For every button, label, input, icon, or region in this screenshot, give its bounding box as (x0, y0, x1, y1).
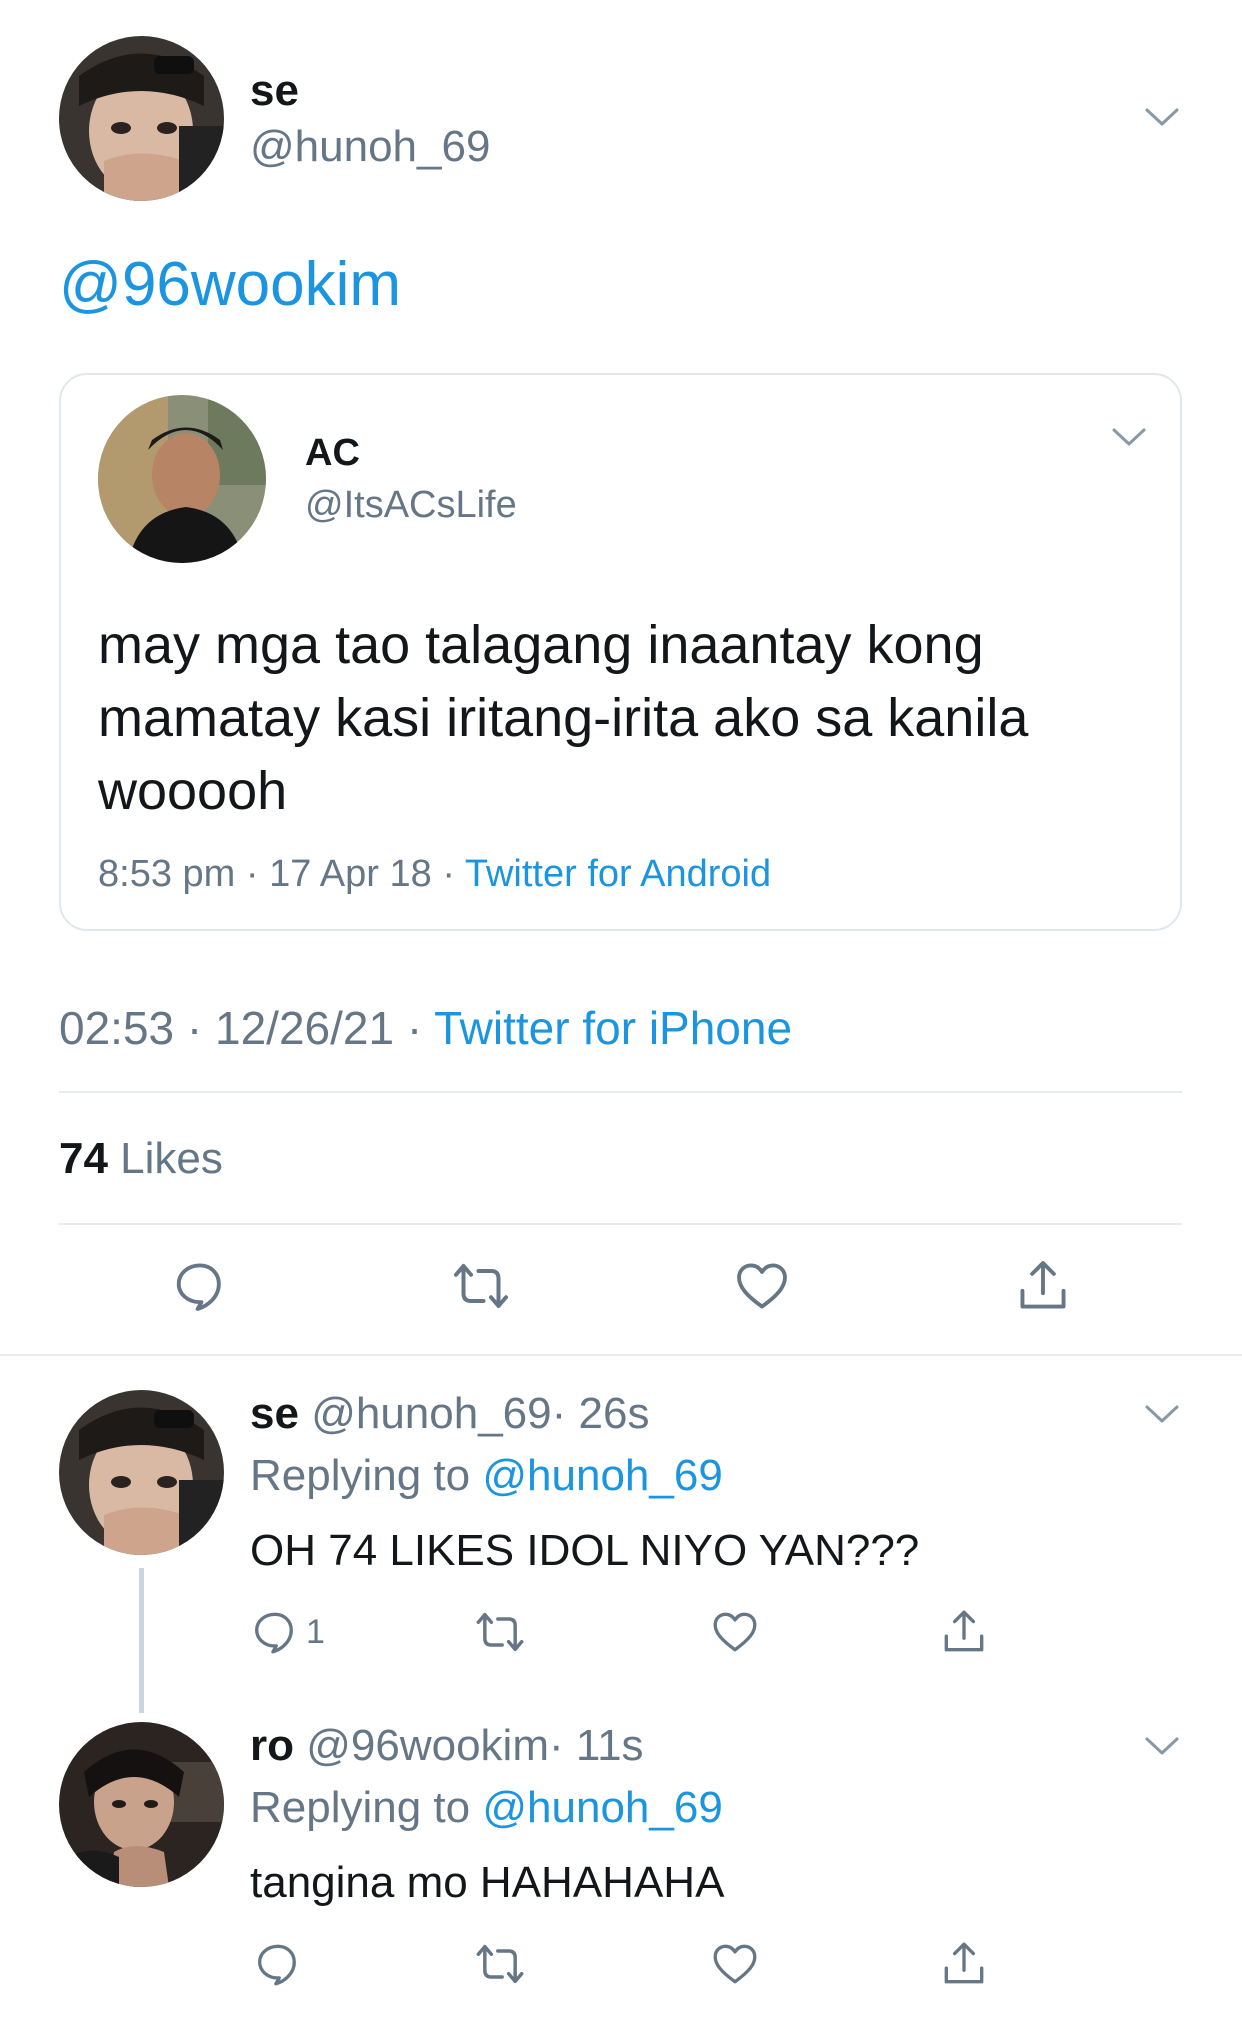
likes-label: Likes (107, 1134, 223, 1183)
section-divider (0, 1354, 1242, 1356)
chevron-down-icon (1145, 1405, 1179, 1423)
share-icon (1020, 1261, 1066, 1309)
reply-header: ro @96wookim· 11s (250, 1720, 644, 1772)
reply-more-options-button[interactable] (1142, 1726, 1182, 1771)
reply-time: · 11s (549, 1721, 644, 1770)
chevron-down-icon (1145, 108, 1179, 126)
replying-to-label: Replying to (250, 1451, 483, 1500)
chevron-down-icon (1145, 1737, 1179, 1755)
likes-stat-link[interactable]: 74 Likes (59, 1133, 223, 1185)
reply-icon (255, 1612, 293, 1654)
quoted-author-name[interactable]: AC (305, 431, 360, 475)
replying-to-link[interactable]: @hunoh_69 (482, 1783, 722, 1832)
quoted-avatar (98, 395, 266, 563)
like-button[interactable] (707, 1936, 763, 1992)
quoted-timestamp: 8:53 pm · 17 Apr 18 · (98, 853, 465, 895)
retweet-button[interactable] (451, 1256, 511, 1316)
reply-author-handle[interactable]: @hunoh_69 (311, 1389, 551, 1438)
retweet-icon (454, 1264, 508, 1308)
reply-text: OH 74 LIKES IDOL NIYO YAN??? (250, 1526, 920, 1575)
share-icon (944, 1610, 984, 1652)
retweet-icon (476, 1612, 524, 1652)
replying-to: Replying to @hunoh_69 (250, 1450, 723, 1502)
reply-avatar[interactable] (59, 1722, 224, 1887)
divider (59, 1223, 1182, 1225)
thread-line (139, 1568, 144, 1713)
quoted-tweet-meta: 8:53 pm · 17 Apr 18 · Twitter for Androi… (98, 851, 771, 897)
share-icon (944, 1942, 984, 1984)
avatar[interactable] (59, 36, 224, 201)
reply-icon (258, 1944, 296, 1986)
replying-to: Replying to @hunoh_69 (250, 1782, 723, 1834)
heart-icon (713, 1612, 757, 1652)
reply-more-options-button[interactable] (1142, 1394, 1182, 1439)
reply-author-name[interactable]: se (250, 1389, 299, 1438)
tweet-mention-link[interactable]: @96wookim (59, 250, 401, 320)
tweet-timestamp: 02:53 · 12/26/21 · (59, 1002, 435, 1054)
author-name[interactable]: se (250, 66, 299, 116)
retweet-button[interactable] (472, 1604, 528, 1660)
share-button[interactable] (936, 1604, 992, 1660)
more-options-button[interactable] (1142, 97, 1182, 142)
divider (59, 1091, 1182, 1093)
tweet-meta: 02:53 · 12/26/21 · Twitter for iPhone (59, 1001, 792, 1055)
quoted-tweet-text: may mga tao talagang inaantay kong mamat… (98, 615, 1029, 821)
quoted-tweet-card[interactable]: AC @ItsACsLife may mga tao talagang inaa… (59, 373, 1182, 931)
retweet-button[interactable] (472, 1936, 528, 1992)
reply-header: se @hunoh_69· 26s (250, 1388, 649, 1440)
replying-to-link[interactable]: @hunoh_69 (482, 1451, 722, 1500)
reply-avatar[interactable] (59, 1390, 224, 1555)
tweet-source-link[interactable]: Twitter for iPhone (434, 1002, 792, 1054)
reply-button[interactable] (250, 1936, 306, 1992)
share-button[interactable] (936, 1936, 992, 1992)
heart-icon (713, 1944, 757, 1984)
reply-author-name[interactable]: ro (250, 1721, 294, 1770)
reply-button[interactable] (170, 1256, 230, 1316)
reply-time: · 26s (551, 1389, 650, 1438)
reply-icon (176, 1263, 221, 1311)
author-handle[interactable]: @hunoh_69 (250, 122, 490, 172)
like-button[interactable] (732, 1256, 792, 1316)
chevron-down-icon (1112, 428, 1146, 446)
reply-button[interactable]: 1 (250, 1604, 325, 1660)
reply-count: 1 (306, 1612, 325, 1651)
quoted-more-options-button[interactable] (1109, 417, 1149, 462)
share-button[interactable] (1013, 1256, 1073, 1316)
likes-count: 74 (59, 1134, 108, 1183)
heart-icon (737, 1263, 787, 1309)
like-button[interactable] (707, 1604, 763, 1660)
reply-author-handle[interactable]: @96wookim (306, 1721, 549, 1770)
quoted-author-handle[interactable]: @ItsACsLife (305, 483, 517, 527)
replying-to-label: Replying to (250, 1783, 483, 1832)
quoted-source-link[interactable]: Twitter for Android (465, 853, 771, 895)
reply-text: tangina mo HAHAHAHA (250, 1858, 725, 1907)
retweet-icon (476, 1944, 524, 1984)
